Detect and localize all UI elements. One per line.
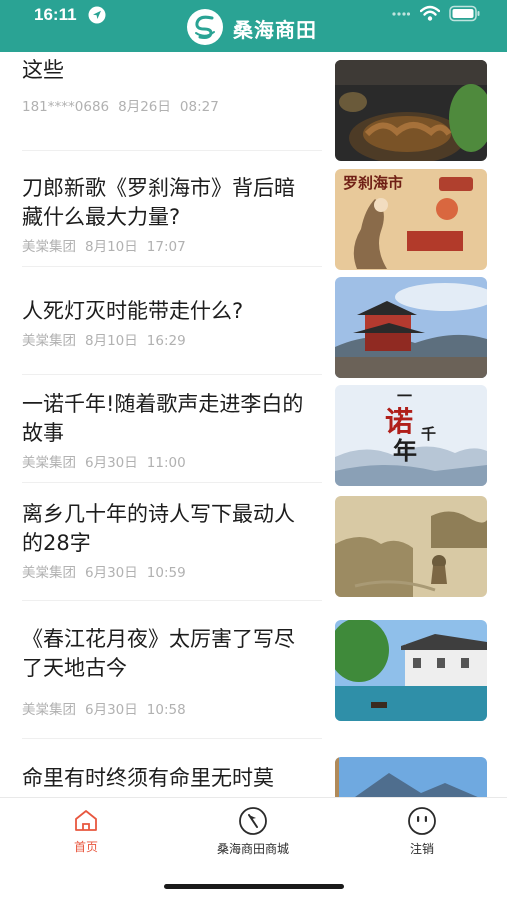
article-author: 美棠集团 (22, 239, 76, 255)
article-author: 美棠集团 (22, 455, 76, 471)
status-time: 16:11 (34, 5, 77, 24)
article-title: 人死灯灭时能带走什么? (22, 299, 244, 323)
thumbnail-calligraphy-2: 诺 (385, 405, 413, 438)
article-title: 命里有时终须有命里无时莫 (22, 766, 274, 790)
article-date: 8月10日 (85, 239, 138, 255)
divider (22, 482, 322, 483)
signal-dots-icon (392, 12, 410, 16)
article-time: 10:59 (146, 565, 186, 581)
home-icon (75, 810, 97, 831)
article-thumbnail: 罗刹海市 (335, 169, 487, 270)
article-date: 6月30日 (85, 702, 138, 718)
article-thumbnail: 一 诺 千 年 (335, 385, 487, 486)
article-thumbnail (335, 496, 487, 597)
divider (22, 374, 322, 375)
article-date: 8月10日 (85, 333, 138, 349)
face-icon (408, 807, 436, 835)
article-time: 16:29 (146, 333, 186, 349)
tab-mall[interactable]: 桑海商田商城 (193, 806, 313, 857)
article-author: 美棠集团 (22, 333, 76, 349)
app-logo (187, 9, 223, 45)
battery-icon (449, 5, 480, 22)
article-author: 美棠集团 (22, 702, 76, 718)
divider (22, 738, 322, 739)
article-thumbnail (335, 620, 487, 721)
divider (22, 600, 322, 601)
article-meta: 美棠集团 6月30日 10:59 (22, 561, 195, 581)
article-title: 刀郎新歌《罗刹海市》背后暗藏什么最大力量? (22, 176, 295, 229)
article-title: 离乡几十年的诗人写下最动人的28字 (22, 502, 295, 555)
article-thumbnail (335, 757, 487, 797)
article-meta: 181****0686 8月26日 08:27 (22, 95, 228, 115)
article-meta: 美棠集团 6月30日 10:58 (22, 698, 195, 718)
tab-home-label: 首页 (73, 840, 98, 854)
thumbnail-calligraphy-3: 千 (421, 425, 436, 443)
article-date: 6月30日 (85, 565, 138, 581)
article-time: 10:58 (146, 702, 186, 718)
divider (22, 150, 322, 151)
article-title: 《春江花月夜》太厉害了写尽了天地古今 (22, 627, 295, 680)
tab-logout[interactable]: 注销 (362, 806, 482, 857)
divider (22, 266, 322, 267)
article-title: 一诺千年!随着歌声走进李白的故事 (22, 392, 304, 445)
article-title: 这些 (22, 58, 64, 82)
article-date: 8月26日 (118, 99, 171, 115)
compass-icon (239, 807, 267, 835)
app-title: 桑海商田 (233, 18, 317, 42)
article-meta: 美棠集团 6月30日 11:00 (22, 451, 195, 471)
app-header: 16:11 桑海商田 (0, 0, 507, 52)
article-time: 17:07 (146, 239, 186, 255)
article-time: 11:00 (146, 455, 186, 471)
article-author: 美棠集团 (22, 565, 76, 581)
thumbnail-calligraphy-4: 年 (393, 436, 417, 465)
article-time: 08:27 (179, 99, 219, 115)
article-meta: 美棠集团 8月10日 16:29 (22, 329, 195, 349)
article-feed[interactable]: 这些 181****0686 8月26日 08:27 刀郎新歌《罗刹海市》背后暗藏什… (0, 52, 507, 797)
tab-mall-label: 桑海商田商城 (216, 842, 289, 856)
tab-logout-label: 注销 (409, 842, 434, 856)
location-arrow-icon (88, 6, 106, 24)
article-thumbnail (335, 277, 487, 378)
wifi-icon (420, 5, 440, 21)
home-indicator (164, 884, 344, 889)
article-meta: 美棠集团 8月10日 17:07 (22, 235, 195, 255)
thumbnail-caption: 罗刹海市 (343, 174, 403, 192)
article-thumbnail (335, 60, 487, 161)
tab-home[interactable]: 首页 (26, 806, 146, 855)
article-date: 6月30日 (85, 455, 138, 471)
thumbnail-calligraphy-1: 一 (397, 387, 412, 405)
article-author: 181****0686 (22, 99, 110, 115)
